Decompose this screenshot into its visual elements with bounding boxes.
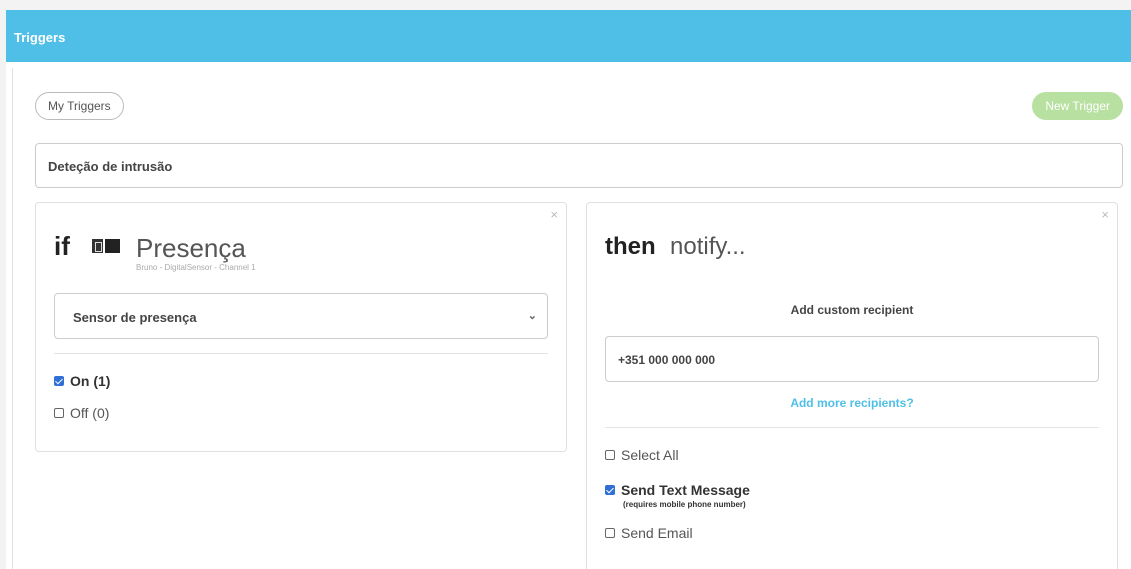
action-card: × then notify... Add custom recipient +3… [586, 202, 1118, 569]
checked-box-icon [605, 485, 615, 495]
condition-card: × if Presença Bruno - DigitalSensor - Ch… [35, 202, 567, 452]
digital-sensor-icon [92, 239, 120, 253]
close-action-icon[interactable]: × [1101, 207, 1109, 222]
chevron-down-icon: ⌄ [527, 310, 537, 322]
if-keyword: if [54, 231, 70, 261]
unchecked-box-icon [605, 450, 615, 460]
divider [605, 427, 1099, 428]
panel-header: Triggers [6, 10, 1131, 62]
option-off-checkbox[interactable]: Off (0) [54, 405, 109, 421]
select-all-checkbox[interactable]: Select All [605, 447, 679, 463]
notify-label: notify... [670, 233, 746, 260]
send-text-checkbox[interactable]: Send Text Message [605, 482, 750, 498]
select-all-label: Select All [621, 447, 679, 463]
phone-number-input[interactable]: +351 000 000 000 [605, 336, 1099, 382]
send-text-label: Send Text Message [621, 482, 750, 498]
checked-box-icon [54, 376, 64, 386]
device-subtitle: Bruno - DigitalSensor - Channel 1 [136, 263, 256, 272]
add-custom-recipient-label: Add custom recipient [790, 303, 914, 317]
my-triggers-button[interactable]: My Triggers [35, 92, 124, 120]
option-on-checkbox[interactable]: On (1) [54, 373, 110, 389]
option-on-label: On (1) [70, 373, 111, 389]
divider [54, 353, 548, 354]
send-email-checkbox[interactable]: Send Email [605, 525, 693, 541]
panel-content: My Triggers New Trigger Deteção de intru… [12, 68, 1131, 569]
unchecked-box-icon [605, 528, 615, 538]
then-keyword: then [605, 233, 656, 260]
new-trigger-button[interactable]: New Trigger [1032, 92, 1123, 120]
option-off-label: Off (0) [70, 405, 110, 421]
trigger-name-input[interactable]: Deteção de intrusão [35, 143, 1123, 188]
panel-title: Triggers [14, 30, 66, 45]
condition-select-value: Sensor de presença [73, 310, 197, 325]
triggers-panel: Triggers My Triggers New Trigger Deteção… [6, 10, 1131, 569]
send-email-label: Send Email [621, 525, 693, 541]
unchecked-box-icon [54, 408, 64, 418]
add-more-recipients-link[interactable]: Add more recipients? [587, 396, 1117, 410]
send-text-note: (requires mobile phone number) [623, 500, 746, 509]
close-condition-icon[interactable]: × [550, 207, 558, 222]
device-name: Presença [136, 233, 246, 263]
condition-select[interactable]: Sensor de presença ⌄ [54, 293, 548, 339]
